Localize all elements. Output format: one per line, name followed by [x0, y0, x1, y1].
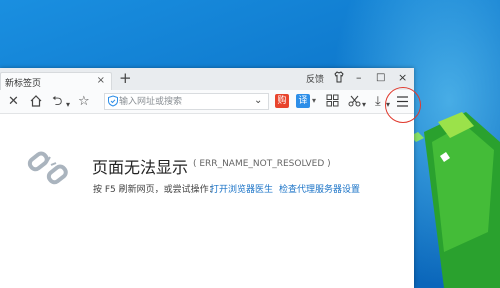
home-icon[interactable]	[29, 94, 43, 112]
translate-extension-button[interactable]: 译 ▾	[296, 94, 320, 108]
apps-grid-icon[interactable]	[326, 94, 339, 111]
back-button[interactable]: ⮌	[52, 94, 62, 109]
windows-logo-wallpaper	[410, 112, 500, 288]
open-browser-doctor-link[interactable]: 打开浏览器医生	[210, 182, 273, 195]
broken-link-icon	[27, 151, 68, 185]
tab-new-tab[interactable]: 新标签页 ×	[0, 72, 112, 90]
tab-label: 新标签页	[5, 79, 42, 89]
error-hint: 按 F5 刷新网页，或尝试操作：	[93, 185, 218, 195]
feedback-button[interactable]: 反馈	[306, 72, 324, 85]
skin-shirt-icon[interactable]	[333, 71, 345, 87]
back-history-chevron-icon[interactable]: ▾	[66, 97, 70, 112]
favorite-star-icon[interactable]: ☆	[78, 94, 90, 109]
title-bar: 新标签页 × + 反馈 – □ ×	[0, 68, 414, 90]
translate-badge-icon: 译	[296, 94, 310, 108]
maximize-button[interactable]: □	[376, 71, 385, 85]
shopping-badge-icon: 购	[275, 94, 289, 108]
translate-chevron-icon: ▾	[312, 96, 317, 105]
address-bar[interactable]	[104, 93, 269, 110]
error-code: ( ERR_NAME_NOT_RESOLVED )	[193, 159, 331, 169]
screenshot-chevron-icon[interactable]: ▾	[362, 97, 366, 112]
new-tab-button[interactable]: +	[119, 70, 132, 86]
browser-window: 新标签页 × + 反馈 – □ × ✕ ⮌ ▾ ☆ ⌄ 购	[0, 68, 414, 288]
error-page: 页面无法显示 ( ERR_NAME_NOT_RESOLVED ) 按 F5 刷新…	[0, 114, 414, 288]
security-shield-icon	[108, 95, 118, 107]
tab-close-icon[interactable]: ×	[97, 75, 105, 86]
toolbar: ✕ ⮌ ▾ ☆ ⌄ 购 译 ▾ ▾ ⤓ ▾	[0, 90, 414, 114]
screenshot-scissors-icon[interactable]	[348, 94, 361, 111]
minimize-button[interactable]: –	[356, 71, 362, 85]
shopping-extension-button[interactable]: 购	[275, 94, 289, 108]
stop-button[interactable]: ✕	[8, 94, 19, 109]
error-title: 页面无法显示	[92, 158, 189, 177]
check-proxy-settings-link[interactable]: 检查代理服务器设置	[279, 182, 360, 195]
address-dropdown-chevron-icon[interactable]: ⌄	[254, 93, 262, 108]
download-icon[interactable]: ⤓	[375, 94, 381, 109]
address-input[interactable]	[119, 95, 249, 108]
highlight-circle	[385, 87, 421, 123]
close-window-button[interactable]: ×	[398, 71, 407, 85]
